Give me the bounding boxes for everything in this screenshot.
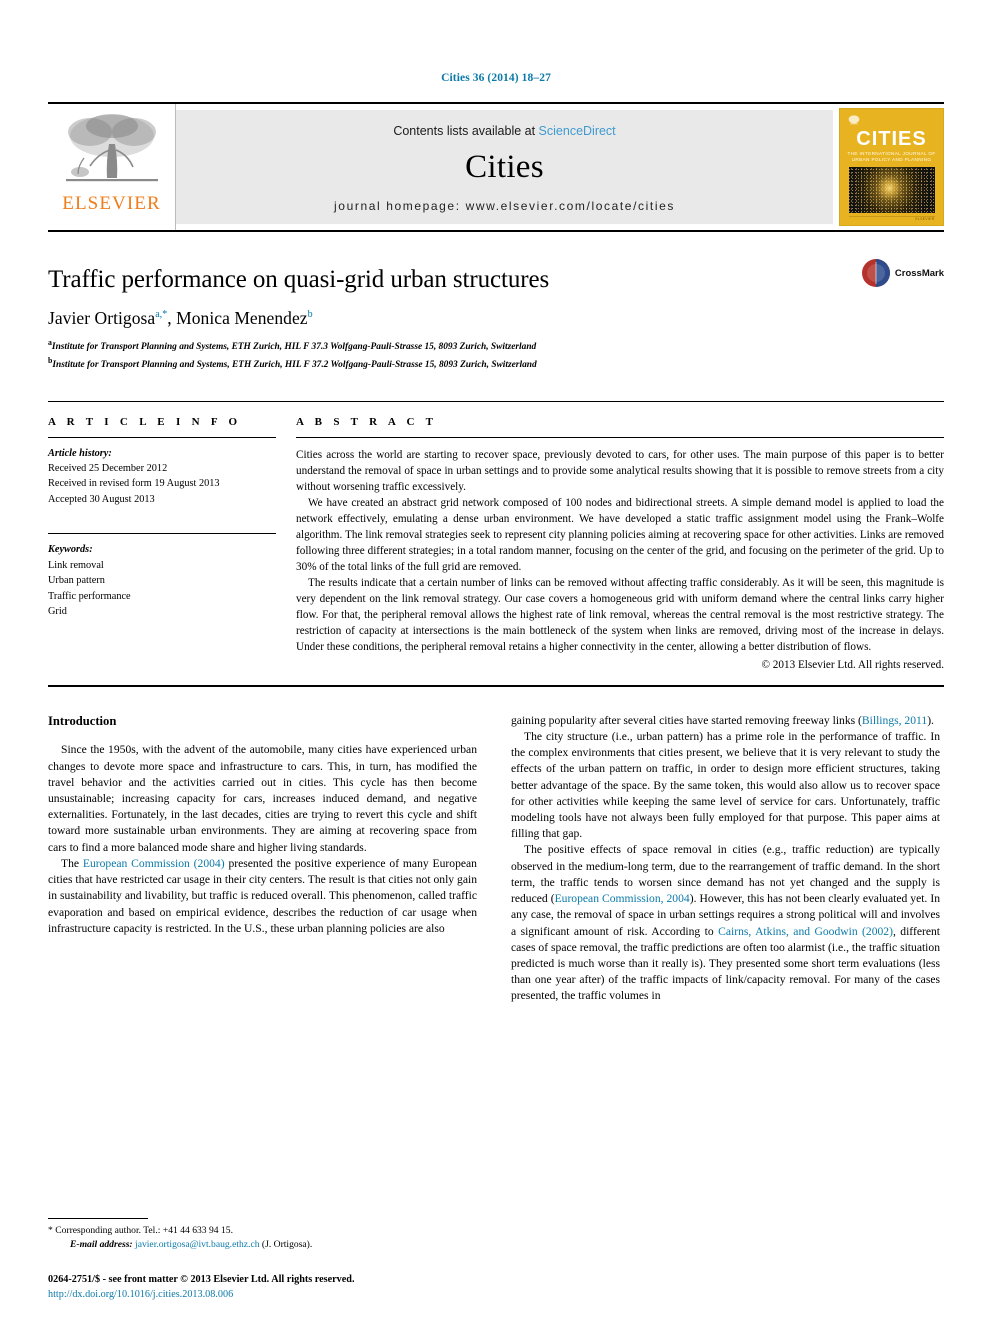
citation-link-european-commission-2004-2[interactable]: European Commission, 2004 bbox=[555, 892, 690, 905]
author-name-2: Monica Menendez bbox=[176, 308, 308, 328]
cover-footer-note: ELSEVIER bbox=[848, 215, 935, 225]
cover-elsevier-icon bbox=[848, 115, 860, 125]
crossmark-icon bbox=[861, 259, 890, 287]
section-heading-introduction: Introduction bbox=[48, 713, 117, 728]
body-paragraph: Since the 1950s, with the advent of the … bbox=[48, 743, 477, 854]
doi-link[interactable]: http://dx.doi.org/10.1016/j.cities.2013.… bbox=[48, 1288, 477, 1303]
abstract-copyright: © 2013 Elsevier Ltd. All rights reserved… bbox=[761, 658, 945, 671]
corresponding-author-mark: * bbox=[48, 1224, 53, 1236]
cover-city-lights-image bbox=[848, 166, 935, 214]
article-history-group: Article history: Received 25 December 20… bbox=[48, 438, 276, 508]
abstract-column: A B S T R A C T Cities across the world … bbox=[296, 416, 944, 673]
cover-title: CITIES bbox=[856, 128, 927, 151]
abstract-body: Cities across the world are starting to … bbox=[296, 438, 944, 673]
article-history-label: Article history: bbox=[48, 447, 112, 459]
article-info-column: A R T I C L E I N F O Article history: R… bbox=[48, 416, 296, 673]
affiliations: aInstitute for Transport Planning and Sy… bbox=[48, 337, 944, 373]
email-label: E-mail address: bbox=[70, 1238, 133, 1250]
crossmark-label: CrossMark bbox=[894, 267, 944, 279]
info-abstract-band: A R T I C L E I N F O Article history: R… bbox=[48, 400, 944, 687]
author-2-marks[interactable]: b bbox=[308, 309, 313, 320]
email-link[interactable]: javier.ortigosa@ivt.baug.ethz.ch bbox=[135, 1239, 259, 1250]
footnote-area: * Corresponding author. Tel.: +41 44 633… bbox=[48, 1217, 477, 1303]
citation-link-billings-2011[interactable]: Billings, 2011 bbox=[862, 714, 927, 727]
affiliation-b-text: Institute for Transport Planning and Sys… bbox=[52, 359, 537, 370]
abstract-paragraph: We have created an abstract grid network… bbox=[296, 496, 944, 573]
keyword-item: Urban pattern bbox=[48, 575, 105, 587]
cover-subtitle: THE INTERNATIONAL JOURNAL OF URBAN POLIC… bbox=[847, 151, 936, 163]
title-block: CrossMark Traffic performance on quasi-g… bbox=[48, 259, 944, 373]
keyword-item: Traffic performance bbox=[48, 590, 131, 602]
email-owner: (J. Ortigosa). bbox=[261, 1238, 313, 1250]
elsevier-wordmark: ELSEVIER bbox=[62, 193, 161, 214]
email-note: E-mail address: javier.ortigosa@ivt.baug… bbox=[48, 1238, 477, 1252]
abstract-paragraph: Cities across the world are starting to … bbox=[296, 448, 944, 493]
abstract-paragraph: The results indicate that a certain numb… bbox=[296, 576, 944, 653]
contents-prefix: Contents lists available at bbox=[393, 123, 539, 138]
citation-link-cairns-atkins-goodwin-2002[interactable]: Cairns, Atkins, and Goodwin (2002) bbox=[718, 925, 893, 938]
author-list: Javier Ortigosaa,*, Monica Menendezb bbox=[48, 308, 313, 328]
history-item: Received in revised form 19 August 2013 bbox=[48, 478, 220, 490]
affiliation-a-text: Institute for Transport Planning and Sys… bbox=[51, 342, 537, 353]
paragraph-text-before: The bbox=[61, 856, 83, 870]
author-1-marks[interactable]: a,* bbox=[155, 309, 167, 320]
article-info-heading: A R T I C L E I N F O bbox=[48, 415, 242, 428]
author-name-1: Javier Ortigosa bbox=[48, 308, 156, 328]
running-head: Cities 36 (2014) 18–27 bbox=[441, 72, 551, 84]
affiliation-a: aInstitute for Transport Planning and Sy… bbox=[48, 337, 944, 355]
body-column-left: Introduction Since the 1950s, with the a… bbox=[48, 713, 477, 1005]
abstract-heading: A B S T R A C T bbox=[296, 415, 438, 428]
body-paragraph-with-citations: The positive effects of space removal in… bbox=[511, 842, 940, 1004]
body-paragraph-with-citation: The European Commission (2004) presented… bbox=[48, 856, 477, 937]
journal-title: Cities bbox=[465, 148, 544, 185]
paragraph-text-before: gaining popularity after several cities … bbox=[511, 713, 862, 727]
article-body: Introduction Since the 1950s, with the a… bbox=[48, 713, 944, 1005]
body-paragraph: The city structure (i.e., urban pattern)… bbox=[511, 729, 940, 841]
elsevier-tree-icon bbox=[65, 114, 158, 182]
body-paragraph-continued: gaining popularity after several cities … bbox=[511, 713, 940, 729]
crossmark-badge[interactable]: CrossMark bbox=[861, 258, 944, 288]
journal-cover-thumbnail[interactable]: CITIES THE INTERNATIONAL JOURNAL OF URBA… bbox=[839, 108, 944, 226]
journal-masthead: ELSEVIER Contents lists available at Sci… bbox=[48, 102, 944, 232]
elsevier-logo: ELSEVIER bbox=[48, 104, 176, 230]
masthead-center: Contents lists available at ScienceDirec… bbox=[176, 110, 833, 224]
issn-copyright-line: 0264-2751/$ - see front matter © 2013 El… bbox=[48, 1274, 355, 1286]
paragraph-text-after: ). bbox=[927, 713, 934, 727]
citation-link-european-commission-2004[interactable]: European Commission (2004) bbox=[83, 857, 225, 870]
body-column-right: gaining popularity after several cities … bbox=[511, 713, 940, 1005]
footnote-divider bbox=[48, 1217, 148, 1219]
history-item: Received 25 December 2012 bbox=[48, 462, 168, 474]
sciencedirect-link[interactable]: ScienceDirect bbox=[539, 124, 616, 138]
corresponding-author-text: Corresponding author. Tel.: +41 44 633 9… bbox=[55, 1224, 233, 1236]
corresponding-author-note: * Corresponding author. Tel.: +41 44 633… bbox=[48, 1224, 477, 1238]
page-title: Traffic performance on quasi-grid urban … bbox=[48, 266, 550, 293]
history-item: Accepted 30 August 2013 bbox=[48, 493, 155, 505]
journal-homepage[interactable]: journal homepage: www.elsevier.com/locat… bbox=[334, 199, 675, 213]
keywords-label: Keywords: bbox=[48, 544, 93, 556]
keywords-group: Keywords: Link removal Urban pattern Tra… bbox=[48, 534, 276, 619]
keyword-item: Grid bbox=[48, 606, 67, 617]
article-page: Cities 36 (2014) 18–27 ELSEVIER Contents… bbox=[0, 0, 992, 1323]
contents-available-line: Contents lists available at ScienceDirec… bbox=[393, 124, 615, 138]
keyword-item: Link removal bbox=[48, 559, 104, 571]
affiliation-b: bInstitute for Transport Planning and Sy… bbox=[48, 355, 944, 373]
